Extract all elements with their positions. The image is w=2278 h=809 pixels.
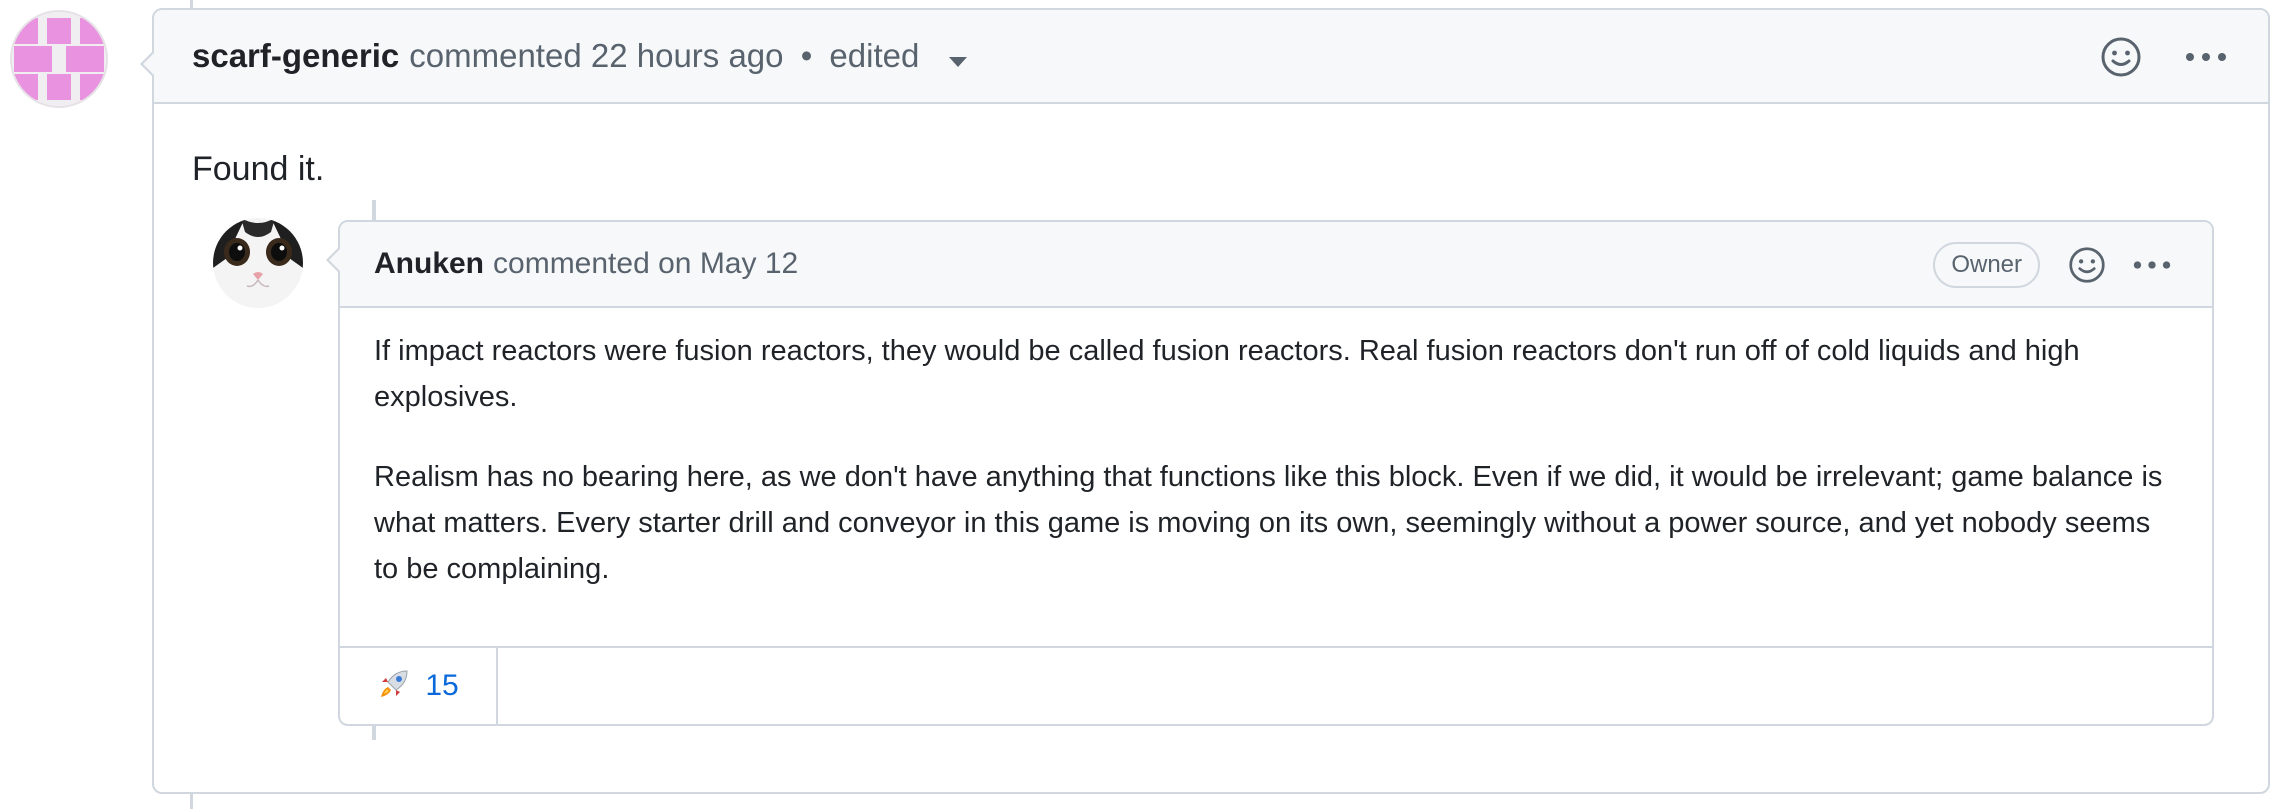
quoted-comment-header: Anuken commented on May 12 Owner (340, 222, 2212, 308)
quoted-comment-date-link[interactable]: May 12 (700, 247, 798, 280)
comment-time-link[interactable]: 22 hours ago (591, 37, 784, 74)
quoted-add-reaction-smiley-icon[interactable] (2068, 246, 2106, 284)
reactions-bar: 15 (340, 646, 2212, 724)
quoted-comment-actions: Owner (1933, 222, 2172, 308)
avatar[interactable] (10, 10, 108, 108)
rocket-icon (377, 667, 411, 706)
quoted-comment-meta: commented on May 12 (493, 247, 798, 281)
reaction-rocket-button[interactable]: 15 (340, 648, 498, 724)
comment-meta: commented 22 hours ago • edited (409, 37, 967, 75)
identicon-avatar (12, 12, 106, 106)
quoted-paragraph: Realism has no bearing here, as we don't… (374, 461, 2163, 585)
owner-badge: Owner (1933, 242, 2040, 288)
quoted-comment-action: commented on (493, 247, 692, 280)
quoted-paragraph: If impact reactors were fusion reactors,… (374, 335, 2080, 413)
meta-separator: • (800, 37, 813, 74)
quoted-author-link[interactable]: Anuken (374, 247, 484, 281)
reaction-count: 15 (425, 669, 459, 702)
quoted-comment-card: Anuken commented on May 12 Owner If impa… (326, 220, 2214, 726)
edited-history-chevron-icon[interactable] (948, 57, 967, 67)
quoted-kebab-more-options-icon[interactable] (2132, 259, 2172, 271)
comment-action: commented (409, 37, 582, 74)
cat-avatar-image (213, 218, 303, 308)
comment-header: scarf-generic commented 22 hours ago • e… (154, 10, 2268, 104)
comment-author-link[interactable]: scarf-generic (192, 37, 399, 75)
edited-label[interactable]: edited (829, 37, 919, 74)
kebab-more-options-icon[interactable] (2184, 51, 2228, 63)
comment-card: scarf-generic commented 22 hours ago • e… (140, 8, 2270, 794)
add-reaction-smiley-icon[interactable] (2100, 36, 2142, 78)
comment-header-actions (2100, 10, 2228, 104)
comment-body: Found it. (192, 150, 325, 188)
quoted-comment-body: If impact reactors were fusion reactors,… (340, 308, 2212, 592)
quoted-author-avatar[interactable] (213, 218, 303, 308)
